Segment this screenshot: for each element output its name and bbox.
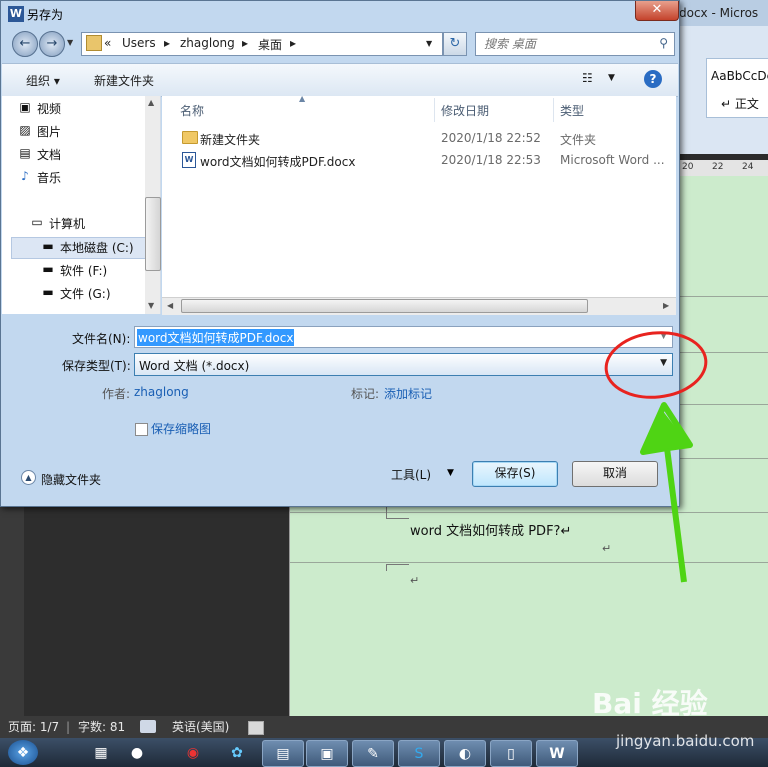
annotation-overlay [604,331,708,583]
watermark-url: jingyan.baidu.com [616,732,755,750]
watermark-logo: Bai 经验 [592,687,708,720]
red-circle-annotation [604,331,708,399]
